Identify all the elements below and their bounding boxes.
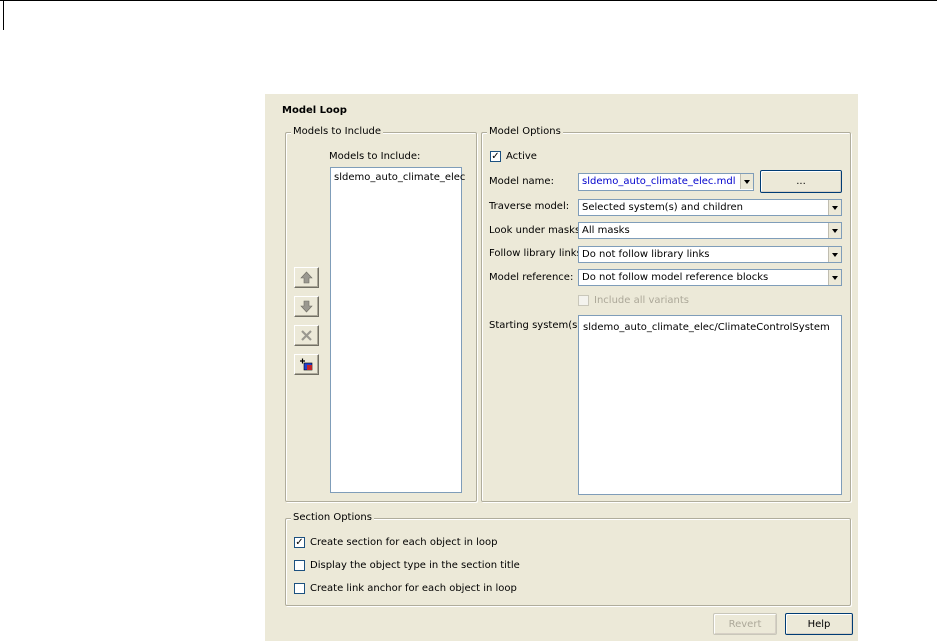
create-section-checkbox[interactable]: ✓ (294, 537, 305, 548)
active-label: Active (506, 151, 537, 162)
models-list-label: Models to Include: (329, 151, 421, 162)
move-down-button[interactable] (294, 296, 319, 317)
models-listbox[interactable]: sldemo_auto_climate_elec (330, 167, 465, 493)
add-model-button[interactable] (294, 354, 319, 375)
browse-button[interactable]: ... (760, 170, 842, 193)
page-corner-tick (3, 0, 4, 30)
chevron-down-icon[interactable] (828, 200, 841, 215)
active-checkbox[interactable]: ✓ (490, 151, 501, 162)
move-up-icon (300, 271, 313, 284)
models-to-include-group: Models to Include Models to Include: sld… (285, 126, 477, 502)
traverse-model-label: Traverse model: (489, 201, 570, 212)
include-all-variants-label: Include all variants (594, 295, 689, 306)
chevron-down-icon[interactable] (740, 174, 753, 189)
page-top-rule (0, 0, 937, 1)
model-loop-panel: Model Loop Models to Include Models to I… (265, 94, 858, 641)
starting-systems-textarea[interactable]: sldemo_auto_climate_elec/ClimateControlS… (578, 315, 842, 495)
follow-library-links-value: Do not follow library links (582, 249, 710, 260)
chevron-down-icon[interactable] (828, 270, 841, 285)
model-reference-select[interactable]: Do not follow model reference blocks (578, 269, 842, 286)
chevron-down-icon[interactable] (828, 247, 841, 262)
traverse-model-select[interactable]: Selected system(s) and children (578, 199, 842, 216)
revert-button[interactable]: Revert (713, 613, 777, 635)
delete-icon (301, 330, 312, 341)
move-up-button[interactable] (294, 267, 319, 288)
include-all-variants-checkbox[interactable] (578, 295, 589, 306)
model-reference-value: Do not follow model reference blocks (582, 272, 769, 283)
section-options-group: Section Options ✓ Create section for eac… (285, 512, 851, 606)
move-down-icon (300, 300, 313, 313)
model-name-label: Model name: (489, 176, 554, 187)
display-object-type-label: Display the object type in the section t… (310, 560, 520, 571)
look-under-masks-label: Look under masks: (489, 225, 584, 236)
list-item[interactable]: sldemo_auto_climate_elec (334, 172, 465, 183)
chevron-down-icon[interactable] (828, 223, 841, 238)
model-name-value: sldemo_auto_climate_elec.mdl (582, 176, 736, 187)
model-options-legend: Model Options (487, 126, 563, 137)
model-name-combo[interactable]: sldemo_auto_climate_elec.mdl (578, 173, 754, 191)
help-button[interactable]: Help (785, 613, 853, 635)
look-under-masks-value: All masks (582, 225, 630, 236)
create-section-label: Create section for each object in loop (310, 537, 498, 548)
delete-button[interactable] (294, 325, 319, 346)
section-options-legend: Section Options (291, 512, 374, 523)
starting-systems-label: Starting system(s): (489, 320, 585, 331)
display-object-type-checkbox[interactable] (294, 560, 305, 571)
models-group-legend: Models to Include (291, 126, 384, 137)
create-link-anchor-checkbox[interactable] (294, 583, 305, 594)
add-model-icon (300, 358, 313, 371)
look-under-masks-select[interactable]: All masks (578, 222, 842, 239)
panel-title: Model Loop (282, 105, 347, 116)
model-options-group: Model Options ✓ Active Model name: sldem… (481, 126, 851, 502)
model-reference-label: Model reference: (489, 272, 574, 283)
follow-library-links-label: Follow library links: (489, 248, 586, 259)
starting-systems-value: sldemo_auto_climate_elec/ClimateControlS… (583, 322, 830, 333)
create-link-anchor-label: Create link anchor for each object in lo… (310, 583, 517, 594)
traverse-model-value: Selected system(s) and children (582, 202, 743, 213)
follow-library-links-select[interactable]: Do not follow library links (578, 246, 842, 263)
